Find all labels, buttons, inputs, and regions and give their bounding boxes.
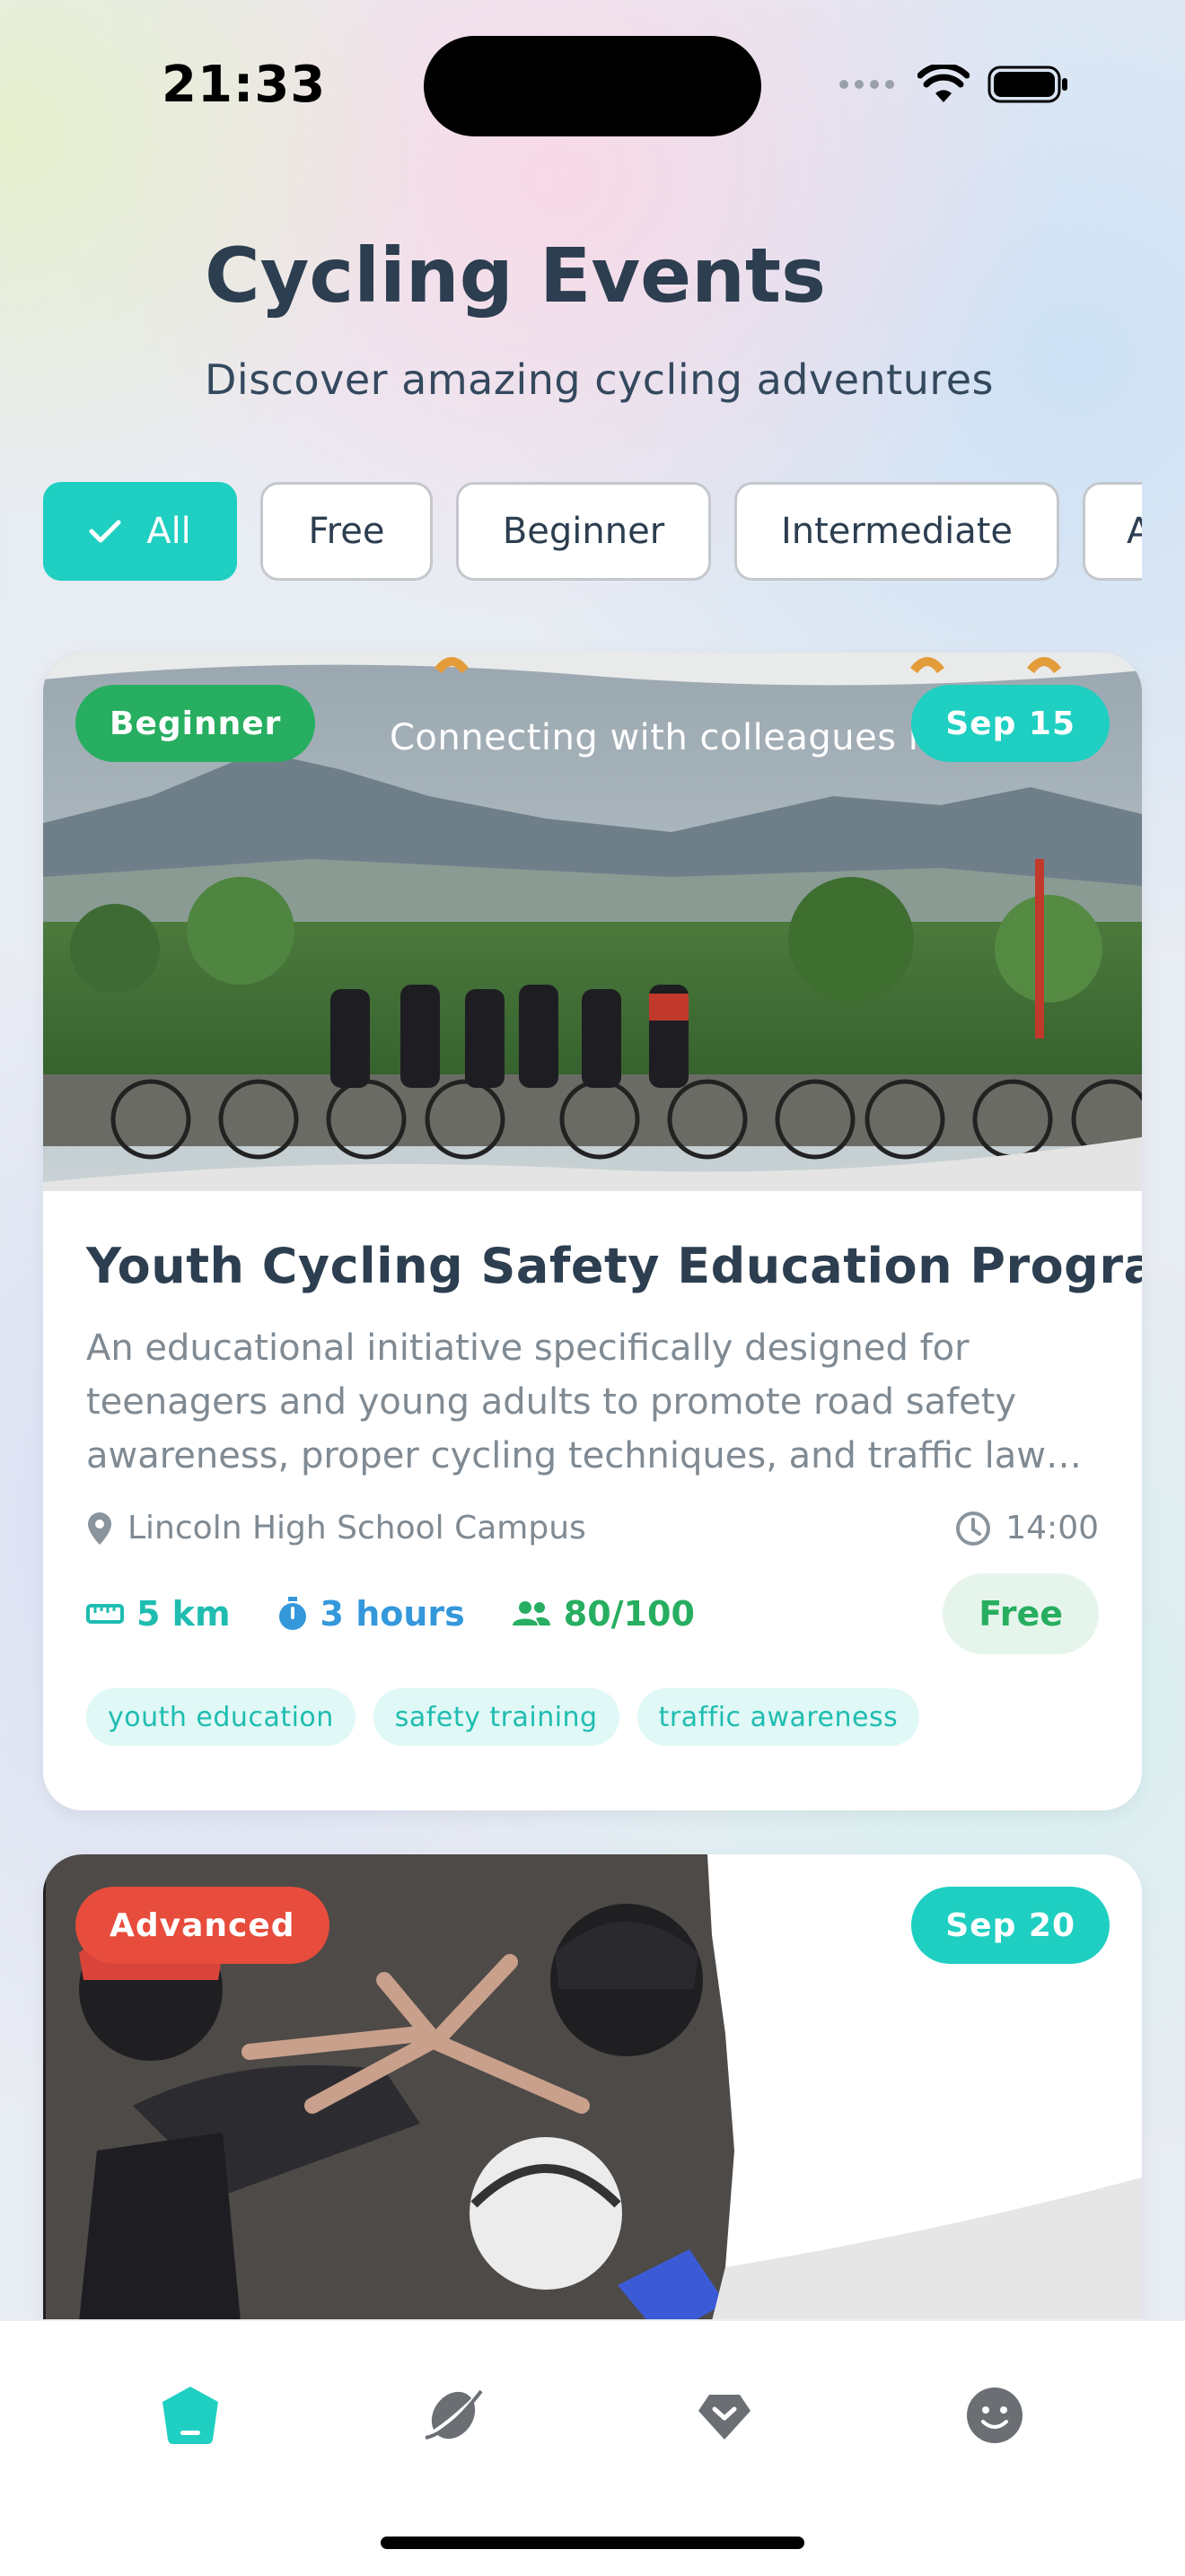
filter-chip-beginner[interactable]: Beginner: [456, 482, 711, 581]
location-pin-icon: [88, 1511, 111, 1545]
event-tag[interactable]: youth education: [86, 1688, 356, 1746]
time-text: 14:00: [1005, 1510, 1099, 1546]
event-tag[interactable]: traffic awareness: [636, 1688, 920, 1746]
level-badge: Advanced: [75, 1887, 329, 1964]
tab-home[interactable]: [150, 2375, 231, 2456]
tab-explore[interactable]: [413, 2375, 494, 2456]
filter-chip-all[interactable]: All: [43, 482, 237, 581]
people-icon: [512, 1601, 550, 1625]
filter-chip-label: Beginner: [502, 511, 665, 552]
event-description: An educational initiative specifically d…: [86, 1327, 1082, 1476]
event-time: 14:00: [955, 1510, 1099, 1546]
checkmark-icon: [89, 520, 121, 543]
filter-chip-label: Free: [308, 511, 385, 552]
location-text: Lincoln High School Campus: [127, 1510, 586, 1546]
event-title: Youth Cycling Safety Education Program: [86, 1238, 1142, 1294]
filter-chip-label: Intermediate: [780, 511, 1014, 552]
tab-favorites[interactable]: [684, 2375, 765, 2456]
event-location: Lincoln High School Campus: [86, 1510, 586, 1546]
date-badge: Sep 20: [911, 1887, 1110, 1964]
status-icons: [839, 65, 1070, 104]
event-tag[interactable]: safety training: [373, 1688, 619, 1746]
wifi-icon: [917, 65, 970, 102]
battery-icon: [988, 66, 1067, 103]
status-time: 21:33: [162, 56, 327, 114]
event-card[interactable]: Connecting with colleagues in Beginner S…: [43, 653, 1142, 1810]
home-indicator[interactable]: [381, 2537, 804, 2549]
level-badge: Beginner: [75, 685, 316, 762]
duration-text: 3 hours: [320, 1594, 465, 1634]
distance-stat: 5 km: [86, 1594, 231, 1634]
stopwatch-icon: [278, 1597, 306, 1630]
event-tags: youth education safety training traffic …: [86, 1688, 1099, 1746]
distance-text: 5 km: [136, 1594, 231, 1634]
home-icon: [162, 2387, 218, 2444]
cellular-signal-icon: [839, 80, 894, 89]
page-title: Cycling Events: [205, 232, 827, 320]
event-image: Connecting with colleagues in Beginner S…: [43, 653, 1142, 1191]
filter-chip-advanced[interactable]: A: [1083, 482, 1142, 581]
participants-text: 80/100: [563, 1594, 695, 1634]
filter-chip-label: A: [1127, 511, 1142, 552]
tab-profile[interactable]: [954, 2375, 1035, 2456]
heart-favorites-icon: [698, 2395, 750, 2440]
filter-chips: All Free Beginner Intermediate A: [43, 482, 1142, 584]
ruler-icon: [86, 1604, 124, 1624]
date-badge: Sep 15: [911, 685, 1110, 762]
filter-chip-label: All: [146, 511, 191, 552]
filter-chip-intermediate[interactable]: Intermediate: [734, 482, 1059, 581]
page-subtitle: Discover amazing cycling adventures: [205, 355, 995, 404]
profile-smile-icon: [967, 2388, 1023, 2443]
dynamic-island: [424, 36, 761, 136]
participants-stat: 80/100: [512, 1594, 695, 1634]
filter-chip-free[interactable]: Free: [260, 482, 433, 581]
duration-stat: 3 hours: [277, 1594, 465, 1634]
price-badge: Free: [943, 1573, 1099, 1654]
planet-explore-icon: [425, 2389, 483, 2440]
clock-icon: [956, 1511, 991, 1546]
image-overlay-text: Connecting with colleagues in: [390, 717, 943, 758]
